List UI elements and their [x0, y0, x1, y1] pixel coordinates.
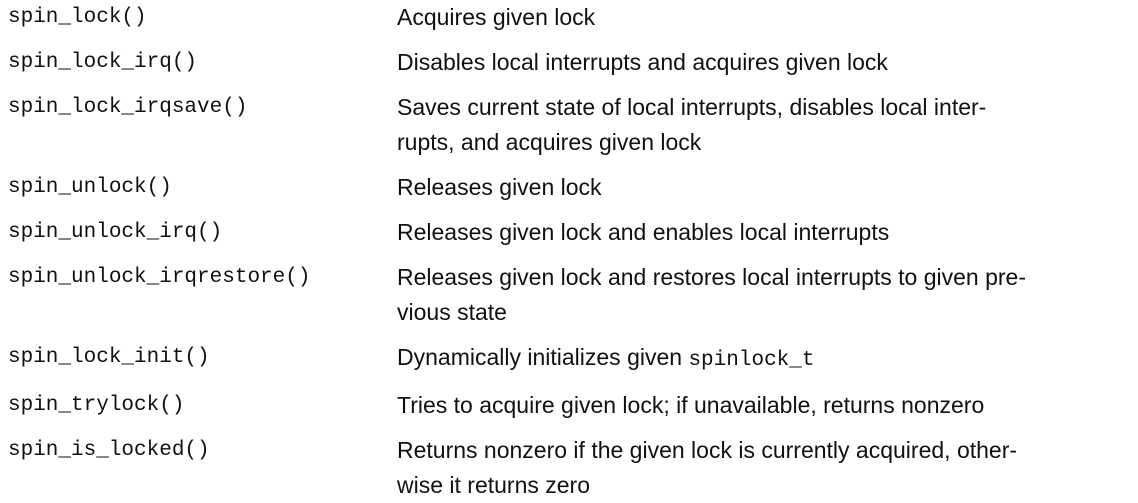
method-description: Releases given lock and enables local in… — [397, 219, 890, 245]
table-row: spin_unlock() Releases given lock — [8, 170, 1134, 205]
method-name: spin_lock_irq() — [8, 51, 198, 74]
table-row: spin_unlock_irqrestore() Releases given … — [8, 260, 1134, 330]
method-name: spin_trylock() — [8, 394, 185, 417]
method-description: Tries to acquire given lock; if unavaila… — [397, 392, 985, 418]
spinlock-methods-table: spin_lock() Acquires given lock spin_loc… — [8, 0, 1134, 503]
table-row: spin_unlock_irq() Releases given lock an… — [8, 215, 1134, 250]
method-description: Acquires given lock — [397, 4, 596, 30]
method-description: Releases given lock and restores local i… — [397, 264, 1026, 325]
method-description: Saves current state of local interrupts,… — [397, 94, 987, 155]
table-row: spin_lock_init() Dynamically initializes… — [8, 340, 1134, 378]
method-name: spin_is_locked() — [8, 439, 210, 462]
table-row: spin_trylock() Tries to acquire given lo… — [8, 388, 1134, 423]
method-name: spin_unlock() — [8, 176, 172, 199]
method-description: Dynamically initializes given spinlock_t — [397, 340, 1134, 378]
table-row: spin_lock_irqsave() Saves current state … — [8, 90, 1134, 160]
method-name: spin_unlock_irqrestore() — [8, 266, 311, 289]
description-text: Dynamically initializes given — [397, 344, 689, 370]
method-name: spin_lock_irqsave() — [8, 96, 248, 119]
table-row: spin_lock_irq() Disables local interrupt… — [8, 45, 1134, 80]
method-name: spin_lock_init() — [8, 346, 210, 369]
method-name: spin_unlock_irq() — [8, 221, 223, 244]
method-description: Releases given lock — [397, 174, 602, 200]
method-description: Disables local interrupts and acquires g… — [397, 49, 888, 75]
type-name-code: spinlock_t — [688, 349, 815, 372]
table-row: spin_lock() Acquires given lock — [8, 0, 1134, 35]
method-name: spin_lock() — [8, 6, 147, 29]
